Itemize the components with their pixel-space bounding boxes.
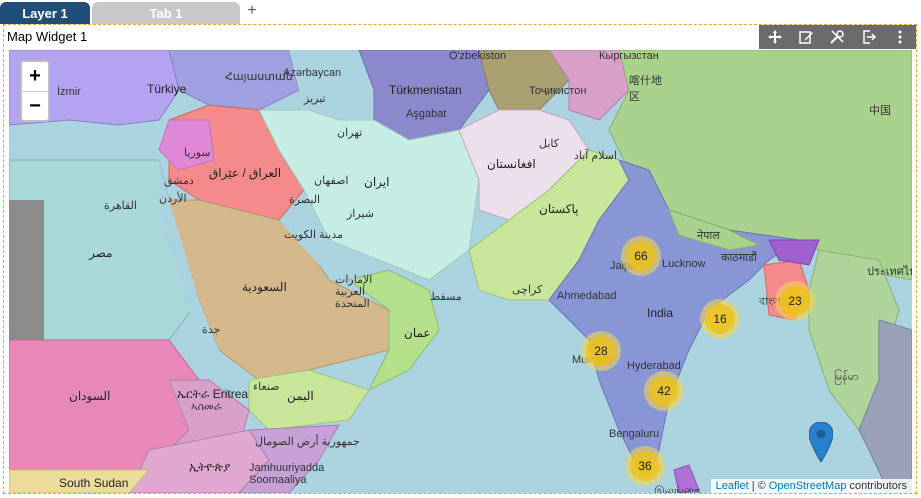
map-label-iran: ایران xyxy=(364,175,390,189)
map-label-jeddah: جدة xyxy=(202,324,221,336)
map-label-eritrea: ኤርትራ Eritrea xyxy=(177,387,249,401)
map-label-uzbekistan: O'zbekiston xyxy=(449,50,507,62)
map-label-kathmandu: काठमाडौं xyxy=(721,252,757,264)
tab-bar: Layer 1 Tab 1 + xyxy=(0,0,921,24)
move-icon[interactable] xyxy=(765,27,785,47)
map-label-nepal: नेपाल xyxy=(697,230,720,242)
map-label-turkmenistan: Türkmenistan xyxy=(389,83,462,97)
map-label-ethiopia: ኢትዮጵያ xyxy=(189,460,231,474)
map-label-afghanistan: افغانستان xyxy=(487,157,536,171)
zoom-out-button[interactable]: − xyxy=(22,92,48,121)
map-label-pakistan: پاکستان xyxy=(539,202,579,216)
cluster-marker[interactable]: 66 xyxy=(621,236,661,276)
cluster-count: 28 xyxy=(586,336,616,366)
map-label-tehran: تهران xyxy=(337,127,363,139)
map-label-uae: الإمارات العربية المتحدة xyxy=(335,274,373,310)
map-label-somalia: جمهورية أرض الصومال xyxy=(255,436,360,448)
map-label-sanaa: صنعاء xyxy=(253,381,280,393)
widget-title: Map Widget 1 xyxy=(7,29,88,44)
export-icon[interactable] xyxy=(859,27,879,47)
map-label-azerbaijan: Azərbaycan xyxy=(283,67,342,79)
map-label-ashgabat: Aşgabat xyxy=(406,108,447,120)
map-label-muscat: مسقط xyxy=(430,291,462,303)
map-label-damascus: دمشق xyxy=(164,175,194,187)
map-label-sudan: السودان xyxy=(69,389,111,403)
map-label-kabul: کابل xyxy=(539,138,559,150)
map-label-china: 中国 xyxy=(869,105,891,117)
map-label-egypt: مصر xyxy=(89,246,113,260)
cluster-marker[interactable]: 16 xyxy=(700,299,740,339)
map-label-sri-lanka: இலங்கை xyxy=(654,485,701,493)
map-label-basra: البصرة xyxy=(289,194,321,206)
map-label-bengaluru: Bengaluru xyxy=(609,428,660,440)
zoom-control: + − xyxy=(20,60,50,122)
map-label-hyderabad: Hyderabad xyxy=(627,360,681,372)
widget-toolbar xyxy=(759,25,916,49)
cluster-count: 66 xyxy=(626,241,656,271)
cluster-marker[interactable]: 36 xyxy=(625,446,665,486)
map-widget: Map Widget 1 Հայաստան Azərbaycan İzmir T… xyxy=(3,24,917,494)
cluster-marker[interactable]: 42 xyxy=(644,371,684,411)
zoom-in-button[interactable]: + xyxy=(22,62,48,92)
map-attribution: Leaflet | © OpenStreetMap contributors xyxy=(710,479,912,493)
map-label-shiraz: شیراز xyxy=(347,208,374,220)
map-label-syria: سوريا xyxy=(184,147,211,159)
leaflet-link[interactable]: Leaflet xyxy=(716,480,749,492)
map-label-somalia-2: Jamhuuriyadda Soomaaliya xyxy=(249,462,325,486)
map-label-turkey: Türkiye xyxy=(147,82,187,96)
cluster-marker[interactable]: 28 xyxy=(581,331,621,371)
map-base xyxy=(9,50,912,493)
map-label-iraq: العراق / عێراق xyxy=(209,166,282,180)
map-label-india: India xyxy=(647,306,674,320)
map-label-kashgar: 喀什地区 xyxy=(629,75,662,103)
cluster-marker[interactable]: 23 xyxy=(775,281,815,321)
map-label-tajikistan: Тоҷикистон xyxy=(529,85,587,97)
attribution-contributors: contributors xyxy=(849,480,907,492)
tools-icon[interactable] xyxy=(827,27,847,47)
map-label-isfahan: اصفهان xyxy=(314,175,349,187)
tab-layer-1[interactable]: Layer 1 xyxy=(0,2,90,24)
cluster-count: 36 xyxy=(630,451,660,481)
map-label-oman: عمان xyxy=(404,326,431,340)
map-label-lucknow: Lucknow xyxy=(662,258,706,270)
map-label-thailand: ประเทศไทย xyxy=(867,266,912,278)
map-label-kyrgyzstan: Кыргызстан xyxy=(599,50,659,62)
map-label-yemen: اليمن xyxy=(287,389,314,403)
map-label-karachi: کراچی xyxy=(512,284,543,296)
add-tab-button[interactable]: + xyxy=(244,1,260,21)
map-label-tabriz: تبریز xyxy=(304,93,326,105)
map-label-asmara: ኣስመራ xyxy=(191,401,222,413)
map-label-myanmar: မြန်မာ xyxy=(834,371,859,383)
more-icon[interactable] xyxy=(890,27,910,47)
cluster-count: 23 xyxy=(780,286,810,316)
map-label-ahmedabad: Ahmedabad xyxy=(557,290,617,302)
map-label-cairo: القاهرة xyxy=(104,200,137,212)
map-label-islamabad: اسلام آباد xyxy=(574,150,618,162)
cluster-count: 42 xyxy=(649,376,679,406)
map-label-saudi: السعودية xyxy=(242,280,287,294)
map-canvas[interactable]: Հայաստան Azərbaycan İzmir Türkiye Türkme… xyxy=(9,50,912,493)
map-label-south-sudan: South Sudan xyxy=(59,476,129,490)
attribution-separator: | © xyxy=(751,480,766,492)
cluster-count: 16 xyxy=(705,304,735,334)
tab-tab-1[interactable]: Tab 1 xyxy=(92,2,240,24)
map-label-kuwait: مدينة الكويت xyxy=(284,229,344,241)
osm-link[interactable]: OpenStreetMap xyxy=(769,480,847,492)
map-label-jordan: الأردن xyxy=(159,193,187,205)
edit-icon[interactable] xyxy=(796,27,816,47)
map-label-izmir: İzmir xyxy=(57,86,81,98)
